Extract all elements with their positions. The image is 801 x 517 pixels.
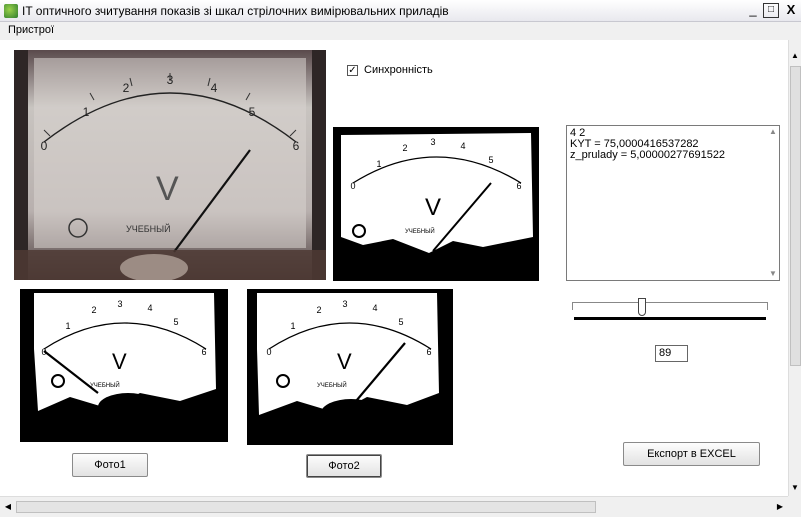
memo-arrow-up-icon[interactable]: ▲: [767, 128, 779, 136]
svg-text:V: V: [425, 194, 441, 221]
photo2-meter-image: 0 1 2 3 4 5 6 V УЧЕБНЫЙ: [247, 289, 453, 445]
camera-brand: УЧЕБНЫЙ: [126, 223, 171, 234]
sync-label: Синхронність: [364, 64, 433, 76]
camera-scale-0: 0: [41, 139, 48, 153]
horizontal-scrollbar[interactable]: ◀ ▶: [0, 496, 788, 517]
memo-line-3: z_prulady = 5,00000277691522: [570, 149, 726, 161]
camera-scale-4: 4: [211, 81, 218, 95]
threshold-slider[interactable]: [572, 298, 768, 324]
sync-checkbox[interactable]: ✓: [347, 65, 358, 76]
svg-text:0: 0: [266, 347, 271, 357]
svg-text:4: 4: [147, 303, 152, 313]
photo1-button[interactable]: Фото1: [72, 453, 148, 477]
horizontal-scroll-thumb[interactable]: [16, 501, 596, 513]
svg-text:1: 1: [290, 321, 295, 331]
svg-text:0: 0: [350, 181, 355, 191]
close-button[interactable]: X: [783, 3, 799, 18]
svg-text:4: 4: [460, 141, 465, 151]
svg-text:6: 6: [201, 347, 206, 357]
photo2-button[interactable]: Фото2: [306, 454, 382, 478]
photo1-meter-image: 012 3456 V УЧЕБНЫЙ: [20, 289, 228, 442]
svg-text:1: 1: [65, 321, 70, 331]
app-icon: [4, 4, 18, 18]
threshold-value-field[interactable]: 89: [655, 345, 688, 362]
camera-scale-2: 2: [123, 81, 130, 95]
svg-text:1: 1: [376, 159, 381, 169]
svg-text:5: 5: [173, 317, 178, 327]
svg-text:5: 5: [488, 155, 493, 165]
photo1-image: 012 3456 V УЧЕБНЫЙ: [20, 289, 228, 442]
menu-bar: Пристрої: [0, 22, 801, 40]
svg-text:2: 2: [316, 305, 321, 315]
result-memo[interactable]: 4 2 KYT = 75,0000416537282 z_prulady = 5…: [566, 125, 780, 281]
camera-unit: V: [156, 170, 179, 208]
camera-scale-1: 1: [83, 105, 90, 119]
svg-text:6: 6: [426, 347, 431, 357]
arrow-up-icon[interactable]: ▲: [789, 52, 801, 60]
window-title: IT оптичного зчитування показів зі шкал …: [22, 4, 449, 18]
svg-text:V: V: [337, 349, 352, 374]
svg-text:3: 3: [342, 299, 347, 309]
svg-text:2: 2: [91, 305, 96, 315]
menu-item-devices[interactable]: Пристрої: [8, 24, 54, 36]
photo2-image: 0 1 2 3 4 5 6 V УЧЕБНЫЙ: [247, 289, 453, 445]
minimize-button[interactable]: _: [745, 3, 761, 18]
svg-text:2: 2: [402, 143, 407, 153]
memo-arrow-down-icon[interactable]: ▼: [767, 270, 779, 278]
size-grip[interactable]: [788, 496, 801, 517]
main-client-area: 0 1 2 3 4 5 6 V УЧЕБНЫЙ ✓ Синхронність 0…: [0, 40, 788, 496]
svg-text:V: V: [112, 349, 127, 374]
svg-text:УЧЕБНЫЙ: УЧЕБНЫЙ: [90, 381, 120, 389]
arrow-left-icon[interactable]: ◀: [2, 503, 14, 511]
maximize-button[interactable]: □: [763, 3, 779, 18]
slider-thumb[interactable]: [638, 298, 646, 316]
camera-scale-3: 3: [167, 73, 174, 87]
binary-image-main: 0 1 2 3 4 5 6 V УЧЕБНЫЙ: [333, 127, 539, 281]
slider-baseline: [574, 317, 766, 320]
vertical-scrollbar[interactable]: ▲ ▼: [788, 40, 801, 496]
svg-text:УЧЕБНЫЙ: УЧЕБНЫЙ: [317, 381, 347, 389]
arrow-right-icon[interactable]: ▶: [774, 503, 786, 511]
svg-text:3: 3: [117, 299, 122, 309]
slider-track: [572, 302, 768, 310]
camera-scale-6: 6: [293, 139, 300, 153]
memo-scrollbar[interactable]: ▲ ▼: [767, 126, 779, 280]
vertical-scroll-thumb[interactable]: [790, 66, 801, 366]
export-excel-button[interactable]: Експорт в EXCEL: [623, 442, 760, 466]
title-bar: IT оптичного зчитування показів зі шкал …: [0, 0, 801, 22]
svg-text:6: 6: [516, 181, 521, 191]
svg-text:4: 4: [372, 303, 377, 313]
arrow-down-icon[interactable]: ▼: [789, 484, 801, 492]
camera-scale-5: 5: [249, 105, 256, 119]
camera-meter-image: 0 1 2 3 4 5 6 V УЧЕБНЫЙ: [14, 50, 326, 280]
svg-text:УЧЕБНЫЙ: УЧЕБНЫЙ: [405, 227, 435, 235]
camera-view: 0 1 2 3 4 5 6 V УЧЕБНЫЙ: [14, 50, 326, 280]
svg-text:3: 3: [430, 137, 435, 147]
svg-text:5: 5: [398, 317, 403, 327]
binary-meter-image-main: 0 1 2 3 4 5 6 V УЧЕБНЫЙ: [333, 127, 539, 281]
